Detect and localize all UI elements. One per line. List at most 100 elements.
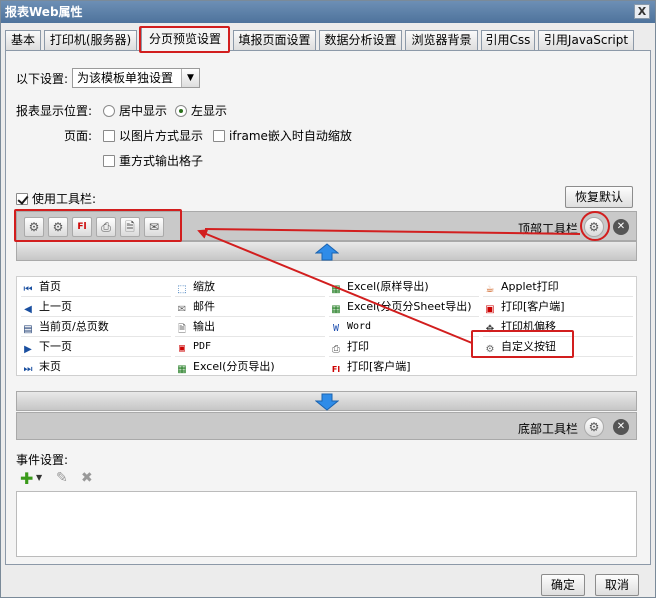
iframe-checkbox[interactable]: iframe嵌入时自动缩放 — [213, 127, 352, 144]
list-item[interactable]: ▶ 下一页 — [21, 337, 171, 357]
repeat-checkbox[interactable]: 重方式输出格子 — [103, 152, 203, 169]
flash-icon[interactable]: Fl — [72, 217, 92, 237]
center-radio[interactable]: 居中显示 — [103, 102, 167, 119]
left-radio[interactable]: 左显示 — [175, 102, 227, 119]
printer-icon[interactable]: ⎙ — [96, 217, 116, 237]
iframe-label: iframe嵌入时自动缩放 — [229, 129, 352, 143]
image-mode-label: 以图片方式显示 — [119, 129, 204, 143]
list-item[interactable]: ⏭ 末页 — [21, 357, 171, 377]
close-icon[interactable]: ✕ — [613, 219, 629, 235]
item-label: Word — [347, 321, 372, 332]
arrow-up-icon[interactable] — [315, 243, 339, 261]
close-icon[interactable]: ✕ — [613, 419, 629, 435]
prev-page-icon: ◀ — [24, 304, 32, 315]
list-item[interactable]: ◀ 上一页 — [21, 297, 171, 317]
tab-basic[interactable]: 基本 — [5, 30, 41, 51]
tab-css[interactable]: 引用Css — [481, 30, 535, 51]
tab-fill-page[interactable]: 填报页面设置 — [233, 30, 316, 51]
tab-strip: 基本 打印机(服务器) 分页预览设置 填报页面设置 数据分析设置 浏览器背景 引… — [5, 27, 651, 51]
window-title: 报表Web属性 — [5, 5, 83, 19]
ok-button[interactable]: 确定 — [541, 574, 585, 596]
tab-pagination-preview[interactable]: 分页预览设置 — [141, 27, 229, 51]
item-label: 邮件 — [193, 300, 215, 313]
settings-scope-select[interactable]: 为该模板单独设置 ▼ — [72, 68, 200, 88]
use-toolbar-label: 使用工具栏: — [32, 192, 97, 206]
chevron-down-icon[interactable]: ▼ — [181, 69, 199, 87]
events-list[interactable] — [16, 491, 637, 557]
arrow-down-icon[interactable] — [315, 393, 339, 411]
toolbar-items-grid: ⏮ 首页 ◀ 上一页 ▤ 当前页/总页数 ▶ 下一页 ⏭ 末页 ⬚ 缩放 ✉ 邮件 🗎 输出 ▣… — [16, 276, 637, 376]
zoom-icon: ⬚ — [177, 284, 187, 295]
tab-data-analysis[interactable]: 数据分析设置 — [319, 30, 402, 51]
gear-icon[interactable]: ⚙ — [584, 217, 604, 237]
item-label: 下一页 — [39, 340, 72, 353]
excel-icon: ▦ — [177, 364, 187, 375]
use-toolbar-checkbox[interactable]: 使用工具栏: — [16, 190, 96, 207]
item-label: Excel(分页分Sheet导出) — [347, 300, 472, 313]
list-item[interactable]: ⏮ 首页 — [21, 277, 171, 297]
list-item[interactable]: ▦ Excel(分页分Sheet导出) — [329, 297, 479, 317]
list-item[interactable]: ✥ 打印机偏移 — [483, 317, 633, 337]
pdf-icon: ▣ — [178, 343, 186, 354]
list-item[interactable]: ⎙ 打印 — [329, 337, 479, 357]
list-item-custom-button[interactable]: ⚙ 自定义按钮 — [483, 337, 633, 357]
page-label: 页面: — [64, 129, 93, 143]
flash-icon: Fl — [331, 365, 341, 374]
mail-icon[interactable]: ✉ — [144, 217, 164, 237]
last-page-icon: ⏭ — [23, 364, 33, 375]
move-down-bar[interactable] — [16, 391, 637, 411]
checkbox[interactable] — [103, 130, 115, 142]
list-item[interactable]: ▣ 打印[客户端] — [483, 297, 633, 317]
item-label: 首页 — [39, 280, 61, 293]
gear-icon[interactable]: ⚙ — [48, 217, 68, 237]
tab-printer[interactable]: 打印机(服务器) — [44, 30, 137, 51]
gear-icon: ⚙ — [485, 344, 495, 355]
item-label: 末页 — [39, 360, 61, 373]
tab-javascript[interactable]: 引用JavaScript — [538, 30, 634, 51]
move-up-bar[interactable] — [16, 241, 637, 261]
item-label: 当前页/总页数 — [39, 320, 109, 333]
checkbox[interactable] — [213, 130, 225, 142]
position-label: 报表显示位置: — [16, 104, 93, 118]
list-item[interactable]: 🗎 输出 — [175, 317, 325, 337]
top-toolbar-bar: ⚙ ⚙ Fl ⎙ 🗎 ✉ 顶部工具栏 ⚙ ✕ — [16, 211, 637, 241]
item-label: 自定义按钮 — [501, 340, 556, 353]
export-icon[interactable]: 🗎 — [120, 217, 140, 237]
add-icon[interactable]: ✚ — [20, 469, 33, 488]
list-item[interactable]: ▦ Excel(分页导出) — [175, 357, 325, 377]
move-icon: ✥ — [485, 324, 495, 335]
close-button[interactable]: X — [634, 4, 650, 19]
list-item[interactable]: ▤ 当前页/总页数 — [21, 317, 171, 337]
image-mode-checkbox[interactable]: 以图片方式显示 — [103, 127, 203, 144]
list-item[interactable]: ▦ Excel(原样导出) — [329, 277, 479, 297]
applet-icon: ☕ — [485, 284, 495, 295]
left-label: 左显示 — [191, 104, 228, 118]
list-item[interactable]: ✉ 邮件 — [175, 297, 325, 317]
restore-default-button[interactable]: 恢复默认 — [565, 186, 633, 208]
chevron-down-icon[interactable]: ▼ — [36, 473, 42, 482]
cancel-button[interactable]: 取消 — [595, 574, 639, 596]
excel-icon: ▦ — [331, 304, 341, 315]
radio-on[interactable] — [175, 105, 187, 117]
close-icon: X — [637, 5, 647, 18]
delete-icon[interactable]: ✖ — [81, 470, 93, 486]
checkbox[interactable] — [103, 155, 115, 167]
item-label: 打印机偏移 — [501, 320, 556, 333]
gear-icon[interactable]: ⚙ — [24, 217, 44, 237]
radio-off[interactable] — [103, 105, 115, 117]
title-bar: 报表Web属性 X — [1, 1, 655, 23]
list-item[interactable]: ▣ PDF — [175, 337, 325, 357]
list-item[interactable]: ☕ Applet打印 — [483, 277, 633, 297]
list-item[interactable]: Fl 打印[客户端] — [329, 357, 479, 377]
gear-icon[interactable]: ⚙ — [584, 417, 604, 437]
item-label: 输出 — [193, 320, 215, 333]
dialog-window: 报表Web属性 X 基本 打印机(服务器) 分页预览设置 填报页面设置 数据分析… — [0, 0, 656, 598]
edit-icon[interactable]: ✎ — [56, 470, 68, 486]
checkbox-checked[interactable] — [16, 193, 28, 205]
tab-browser-background[interactable]: 浏览器背景 — [405, 30, 478, 51]
list-item[interactable]: ⬚ 缩放 — [175, 277, 325, 297]
page-count-icon: ▤ — [23, 324, 33, 335]
center-label: 居中显示 — [119, 104, 168, 118]
list-item[interactable]: W Word — [329, 317, 479, 337]
repeat-label: 重方式输出格子 — [119, 154, 204, 168]
